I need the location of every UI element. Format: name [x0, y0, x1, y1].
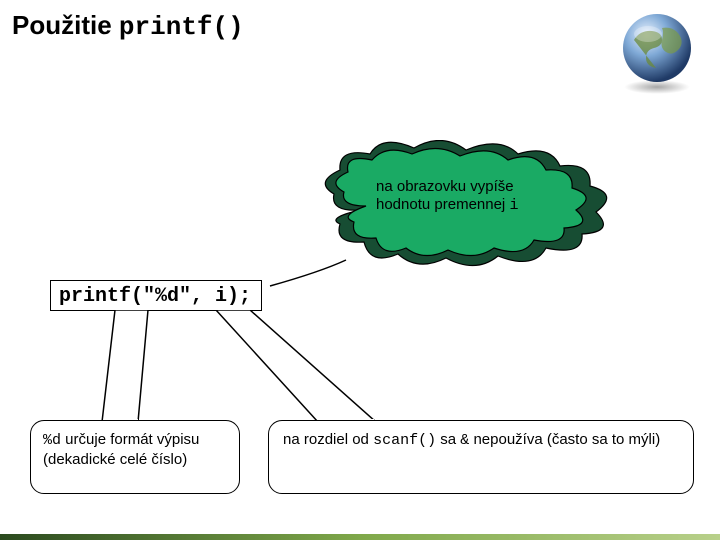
globe-image: [618, 10, 696, 88]
callout-format-text: určuje formát výpisu (dekadické celé čís…: [43, 431, 199, 468]
cloud-text: na obrazovku vypíše hodnotu premennej i: [376, 178, 568, 215]
callout-scanf-p1: na rozdiel od: [283, 431, 373, 448]
callout-scanf-code1: scanf(): [373, 432, 436, 449]
cloud-line2-code: i: [509, 197, 518, 214]
slide-title: Použitie printf(): [12, 10, 244, 42]
cloud-line1: na obrazovku vypíše: [376, 178, 514, 195]
cloud-line2-prefix: hodnotu premennej: [376, 196, 509, 213]
code-content: printf("%d", i);: [59, 285, 251, 308]
tail-right: [208, 310, 408, 422]
footer-band: [0, 534, 720, 540]
callout-scanf-p3: nepoužíva (často sa to mýli): [469, 431, 660, 448]
cloud-callout: na obrazovku vypíše hodnotu premennej i: [320, 140, 620, 275]
globe-icon: [618, 10, 696, 88]
cloud-tail: [260, 258, 380, 298]
callout-scanf: na rozdiel od scanf() sa & nepoužíva (ča…: [268, 420, 694, 494]
callout-format: %d určuje formát výpisu (dekadické celé …: [30, 420, 240, 494]
callout-scanf-code2: &: [460, 432, 469, 449]
title-code: printf(): [119, 12, 244, 42]
callout-scanf-p2: sa: [436, 431, 460, 448]
code-box: printf("%d", i);: [50, 280, 262, 311]
title-prefix: Použitie: [12, 10, 119, 40]
callout-format-code: %d: [43, 432, 61, 449]
tail-left: [90, 310, 180, 422]
